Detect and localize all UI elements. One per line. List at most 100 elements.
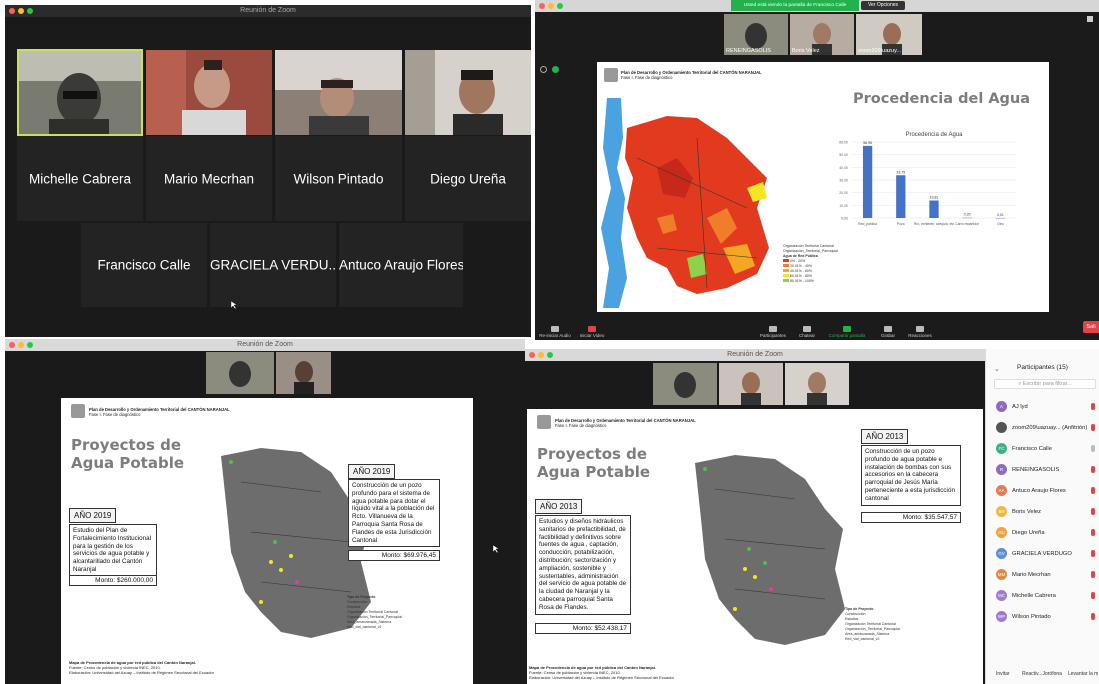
mic-muted-icon[interactable] bbox=[1091, 424, 1095, 431]
close-dot-icon[interactable] bbox=[9, 8, 15, 14]
participant-row[interactable]: MC Michelle Cabrera bbox=[986, 586, 1099, 605]
minimize-dot-icon[interactable] bbox=[538, 352, 544, 358]
avatar: MC bbox=[996, 590, 1007, 601]
mic-muted-icon[interactable] bbox=[1091, 445, 1095, 452]
shield-icon[interactable] bbox=[552, 66, 559, 73]
info-icon[interactable] bbox=[540, 66, 547, 73]
participant-name: AJ lyd bbox=[1012, 403, 1028, 410]
project-amount-left: Monto: $52.438,17 bbox=[535, 623, 631, 634]
mic-muted-icon[interactable] bbox=[1091, 466, 1095, 473]
video-button[interactable]: Iniciar Video bbox=[577, 326, 607, 338]
video-tile-mario[interactable] bbox=[146, 50, 272, 135]
window-title: Reunión de Zoom bbox=[237, 341, 293, 348]
thumb-video[interactable] bbox=[206, 352, 274, 394]
thumb-video[interactable] bbox=[276, 352, 331, 394]
x-tick-label: Carro repartidor bbox=[955, 222, 980, 226]
zoom-gallery-window: Reunión de Zoom Michelle Cabrera Mario M… bbox=[5, 5, 531, 337]
invite-button[interactable]: Invitar bbox=[996, 671, 1010, 677]
view-icon[interactable] bbox=[1087, 16, 1093, 22]
mic-muted-icon[interactable] bbox=[1091, 403, 1095, 410]
mouse-cursor-icon bbox=[493, 545, 499, 553]
mic-muted-icon[interactable] bbox=[1091, 550, 1095, 557]
minimize-dot-icon[interactable] bbox=[18, 342, 24, 348]
project-legend: Tipo de Proyecto Construcción Estudios O… bbox=[845, 607, 900, 641]
participant-row[interactable]: BV Boris Velez bbox=[986, 502, 1099, 521]
mic-muted-icon[interactable] bbox=[1091, 613, 1095, 620]
participant-name: Francisco Calle bbox=[97, 257, 191, 273]
participants-button[interactable]: Participantes bbox=[757, 326, 789, 338]
logo-icon bbox=[537, 415, 551, 429]
mic-muted-icon[interactable] bbox=[1091, 571, 1095, 578]
participant-name: GRACIELA VERDUGO bbox=[1012, 550, 1072, 557]
participant-row[interactable]: A AJ lyd bbox=[986, 397, 1099, 416]
participant-search[interactable]: ⌕ Escribir para filtrar... bbox=[994, 379, 1096, 389]
video-tile-diego[interactable] bbox=[405, 50, 531, 135]
name-tile[interactable]: Antuco Araujo Flores bbox=[339, 223, 463, 307]
sharing-banner: Usted está viendo la pantalla de Francis… bbox=[731, 0, 859, 11]
name-tile[interactable]: GRACIELA VERDU... bbox=[210, 223, 336, 307]
mic-muted-icon[interactable] bbox=[1091, 529, 1095, 536]
name-tile[interactable]: Wilson Pintado bbox=[275, 136, 402, 221]
mic-muted-icon[interactable] bbox=[1091, 487, 1095, 494]
mic-muted-icon[interactable] bbox=[1091, 592, 1095, 599]
participant-row[interactable]: GV GRACIELA VERDUGO bbox=[986, 544, 1099, 563]
close-dot-icon[interactable] bbox=[9, 342, 15, 348]
x-tick-label: Río, vertiente, acequia, etc bbox=[914, 222, 955, 226]
screenshot-collage: Reunión de Zoom Michelle Cabrera Mario M… bbox=[0, 0, 1099, 684]
thumb-video[interactable] bbox=[719, 363, 783, 405]
participant-name: Wilson Pintado bbox=[1012, 613, 1051, 620]
name-tile[interactable]: Francisco Calle bbox=[81, 223, 207, 307]
video-tile-michelle[interactable] bbox=[17, 49, 143, 139]
mouse-cursor-icon bbox=[231, 301, 237, 309]
participant-row[interactable]: R RENEINGASOLIS bbox=[986, 460, 1099, 479]
person-video bbox=[785, 363, 849, 405]
thumb-video[interactable]: zoom209\uazuy... bbox=[856, 14, 922, 55]
participant-row[interactable]: DU Diego Ureña bbox=[986, 523, 1099, 542]
thumb-video[interactable] bbox=[785, 363, 849, 405]
project-year-right: AÑO 2013 bbox=[861, 429, 909, 444]
shared-slide: Plan de Desarrollo y Ordenamiento Territ… bbox=[61, 398, 473, 684]
raise-hand-button[interactable]: Levantar la m bbox=[1068, 671, 1098, 677]
participant-row[interactable]: zoom209\uazuay... (Anfitrión) bbox=[986, 418, 1099, 437]
name-tile[interactable]: Mario Mecrhan bbox=[146, 136, 272, 221]
share-screen-button[interactable]: Compartir pantalla bbox=[825, 326, 869, 338]
person-video bbox=[206, 352, 274, 394]
participant-row[interactable]: MM Mario Mecrhan bbox=[986, 565, 1099, 584]
minimize-dot-icon[interactable] bbox=[548, 3, 554, 9]
data-label: 0,01 bbox=[997, 213, 1004, 217]
window-titlebar: Usted está viendo la pantalla de Francis… bbox=[535, 0, 1099, 12]
thumb-video[interactable]: Boris Velez bbox=[790, 14, 854, 55]
reactions-button[interactable]: Reacciones bbox=[905, 326, 935, 338]
participant-name: zoom209\uazuay... (Anfitrión) bbox=[1012, 424, 1088, 431]
data-label: 56,95 bbox=[863, 141, 872, 145]
participant-row[interactable]: WP Wilson Pintado bbox=[986, 607, 1099, 626]
end-meeting-button[interactable]: Sali bbox=[1083, 321, 1099, 333]
thumb-video[interactable] bbox=[653, 363, 717, 405]
data-label: 13,81 bbox=[930, 196, 939, 200]
participant-row[interactable]: FC Francisco Calle bbox=[986, 439, 1099, 458]
video-tile-wilson[interactable] bbox=[275, 50, 402, 135]
zoom-dot-icon[interactable] bbox=[27, 8, 33, 14]
view-options-button[interactable]: Ver Opciones bbox=[861, 1, 905, 10]
zoom-dot-icon[interactable] bbox=[557, 3, 563, 9]
zoom-dot-icon[interactable] bbox=[27, 342, 33, 348]
unmute-button[interactable]: Reactiv...Jorófona bbox=[1022, 671, 1062, 677]
close-dot-icon[interactable] bbox=[529, 352, 535, 358]
chat-button[interactable]: Chatear bbox=[792, 326, 822, 338]
name-tile[interactable]: Diego Ureña bbox=[405, 136, 531, 221]
mic-muted-icon[interactable] bbox=[1091, 508, 1095, 515]
name-tile[interactable]: Michelle Cabrera bbox=[17, 136, 143, 221]
zoom-dot-icon[interactable] bbox=[547, 352, 553, 358]
person-video bbox=[276, 352, 331, 394]
record-button[interactable]: Grabar bbox=[873, 326, 903, 338]
logo-icon bbox=[604, 68, 618, 82]
y-tick-label: 50,00 bbox=[839, 153, 848, 157]
close-dot-icon[interactable] bbox=[539, 3, 545, 9]
participant-name: GRACIELA VERDU... bbox=[210, 257, 336, 273]
audio-button[interactable]: Re-iniciar Audio bbox=[537, 326, 573, 338]
participant-row[interactable]: AA Antuco Araujo Flores bbox=[986, 481, 1099, 500]
avatar: R bbox=[996, 464, 1007, 475]
avatar: A bbox=[996, 401, 1007, 412]
minimize-dot-icon[interactable] bbox=[18, 8, 24, 14]
thumb-video[interactable]: RENEINGASOLIS bbox=[724, 14, 788, 55]
